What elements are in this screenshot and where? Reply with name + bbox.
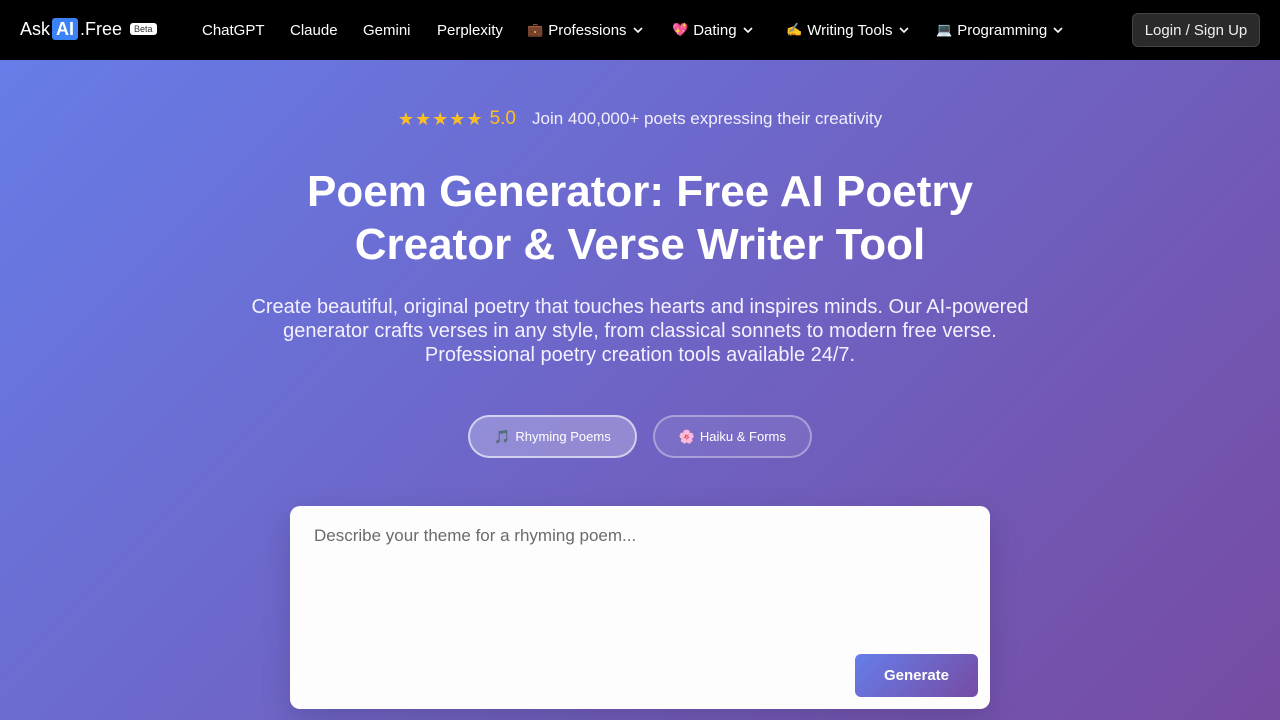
theme-input[interactable]	[290, 506, 990, 646]
nav-dating-dropdown[interactable]: 💖 Dating	[672, 0, 753, 60]
logo-prefix: Ask	[20, 18, 51, 39]
logo-ai: AI	[52, 18, 79, 40]
nav-label: Writing Tools	[807, 21, 893, 39]
tab-haiku-forms[interactable]: 🌸 Haiku & Forms	[652, 415, 812, 458]
stars-icon: ★★★★★	[397, 108, 484, 129]
chevron-down-icon	[898, 27, 909, 34]
login-signup-button[interactable]: Login / Sign Up	[1132, 13, 1260, 47]
nav-perplexity[interactable]: Perplexity	[437, 0, 503, 60]
page-title: Poem Generator: Free AI Poetry Creator &…	[307, 167, 973, 269]
social-proof-text: Join 400,000+ poets expressing their cre…	[531, 109, 883, 128]
rating-row: ★★★★★ 5.0 Join 400,000+ poets expressing…	[0, 108, 1280, 130]
logo-suffix: .Free	[80, 18, 123, 39]
generate-button[interactable]: Generate	[855, 654, 978, 697]
writing-hand-icon: ✍️	[786, 22, 803, 37]
nav-programming-dropdown[interactable]: 💻 Programming	[936, 0, 1063, 60]
briefcase-icon: 💼	[527, 22, 544, 37]
chevron-down-icon	[742, 27, 753, 34]
nav-label: Programming	[957, 21, 1048, 39]
nav-label: Perplexity	[437, 21, 503, 39]
chevron-down-icon	[632, 27, 643, 34]
nav-label: Claude	[290, 21, 338, 39]
nav-label: ChatGPT	[202, 21, 265, 39]
nav-claude[interactable]: Claude	[290, 0, 338, 60]
tab-label: Rhyming Poems	[515, 429, 611, 444]
music-note-icon: 🎵	[494, 428, 511, 444]
page-subtitle: Create beautiful, original poetry that t…	[251, 296, 1029, 366]
nav-gemini[interactable]: Gemini	[363, 0, 411, 60]
blossom-icon: 🌸	[678, 428, 695, 444]
chevron-down-icon	[1053, 27, 1063, 34]
beta-badge: Beta	[130, 23, 157, 35]
laptop-icon: 💻	[936, 22, 953, 37]
site-logo[interactable]: Ask AI .Free Beta	[20, 18, 157, 40]
nav-professions-dropdown[interactable]: 💼 Professions	[527, 0, 643, 60]
tab-rhyming-poems[interactable]: 🎵 Rhyming Poems	[468, 415, 637, 458]
nav-writing-tools-dropdown[interactable]: ✍️ Writing Tools	[786, 0, 909, 60]
nav-label: Professions	[548, 21, 627, 39]
heart-icon: 💖	[672, 22, 689, 37]
nav-label: Dating	[693, 21, 737, 39]
generator-card: Generate	[290, 506, 990, 709]
poem-type-tabs: 🎵 Rhyming Poems 🌸 Haiku & Forms	[0, 415, 1280, 458]
tab-label: Haiku & Forms	[699, 429, 786, 444]
rating-score: 5.0	[489, 108, 516, 129]
nav-chatgpt[interactable]: ChatGPT	[202, 0, 265, 60]
navbar: Ask AI .Free Beta ChatGPT Claude Gemini …	[0, 0, 1280, 60]
nav-label: Gemini	[363, 21, 411, 39]
